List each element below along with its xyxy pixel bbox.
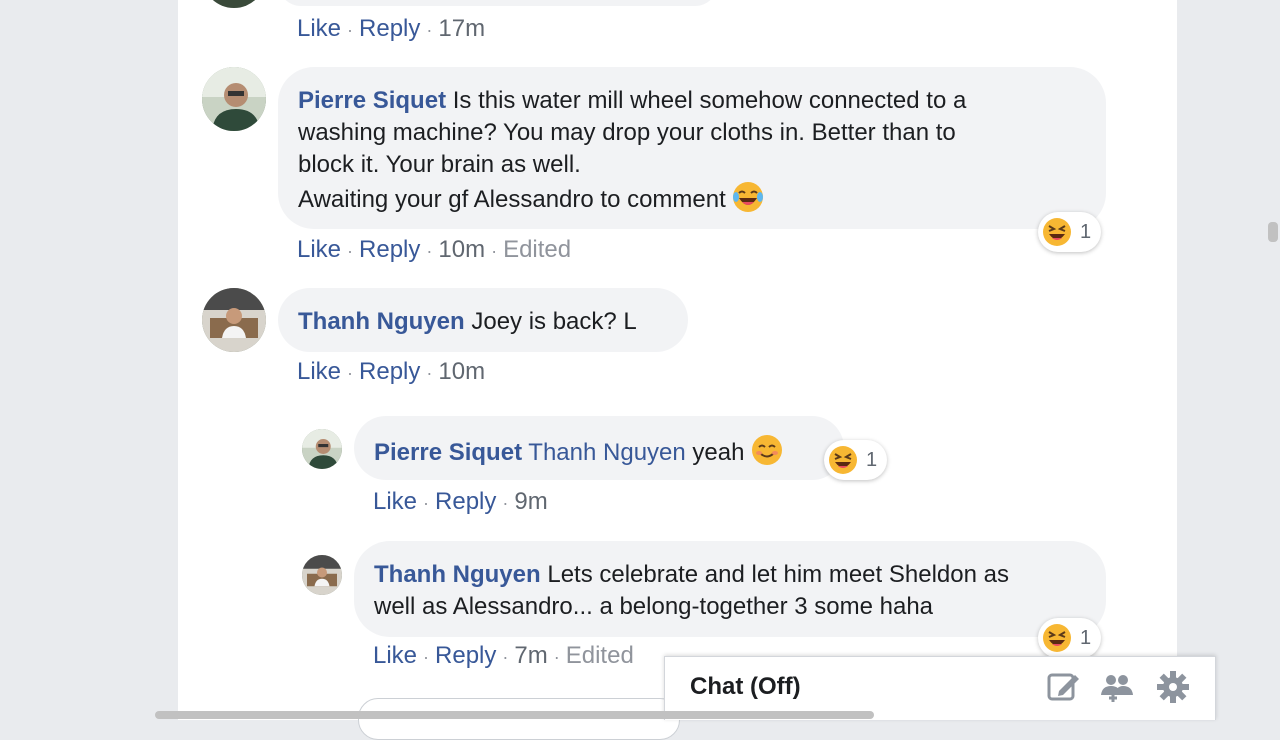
comment-bubble: Thanh Nguyen Joey is back? L: [278, 288, 688, 352]
reply-link[interactable]: Reply: [359, 236, 420, 263]
vertical-scrollbar[interactable]: [1268, 222, 1278, 242]
like-link[interactable]: Like: [297, 358, 341, 385]
comment-author[interactable]: Thanh Nguyen: [298, 308, 465, 335]
avatar-pierre-siquet[interactable]: [202, 67, 266, 131]
avatar-thanh-nguyen[interactable]: [202, 288, 266, 352]
comment-text: washing machine? You may drop your cloth…: [298, 119, 956, 146]
reply-text: Lets celebrate and let him meet Sheldon …: [547, 561, 1009, 588]
comment-author[interactable]: Pierre Siquet: [298, 87, 446, 114]
like-link[interactable]: Like: [373, 488, 417, 515]
comment-text: Joey is back? L: [471, 308, 637, 335]
like-link[interactable]: Like: [297, 236, 341, 263]
reply-actions: Like · Reply · 9m: [373, 488, 548, 515]
reaction-count: 1: [1080, 626, 1092, 649]
reaction-badge[interactable]: 1: [1038, 212, 1102, 252]
reaction-count: 1: [866, 448, 878, 471]
reply-bubble: Pierre Siquet Thanh Nguyen yeah: [354, 416, 844, 480]
comment-bubble-partial: [278, 0, 718, 6]
reply-link[interactable]: Reply: [359, 15, 420, 42]
reply-link[interactable]: Reply: [435, 488, 496, 515]
like-link[interactable]: Like: [373, 642, 417, 669]
create-group-icon[interactable]: [1099, 669, 1135, 705]
smiling-emoji: [751, 434, 783, 466]
comment-text: block it. Your brain as well.: [298, 151, 581, 178]
edited-label[interactable]: Edited: [503, 236, 571, 263]
reply-bubble: Thanh Nguyen Lets celebrate and let him …: [354, 541, 1106, 637]
reply-input[interactable]: [358, 698, 680, 740]
comment-actions: Like · Reply · 10m: [297, 358, 486, 385]
reply-link[interactable]: Reply: [359, 358, 420, 385]
reaction-count: 1: [1080, 220, 1092, 243]
reply-link[interactable]: Reply: [435, 642, 496, 669]
reply-text: well as Alessandro... a belong-together …: [374, 593, 934, 620]
comment-actions: Like · Reply · 10m · Edited: [297, 236, 572, 263]
comment-bubble: Pierre Siquet Is this water mill wheel s…: [278, 67, 1106, 229]
like-link[interactable]: Like: [297, 15, 341, 42]
chat-title[interactable]: Chat (Off): [690, 673, 801, 701]
settings-gear-icon[interactable]: [1155, 669, 1191, 705]
laughing-squint-emoji: [1043, 218, 1071, 246]
timestamp[interactable]: 10m: [438, 358, 485, 385]
laughing-squint-emoji: [1043, 624, 1071, 652]
comment-actions: Like · Reply · 17m: [297, 15, 486, 42]
horizontal-scrollbar[interactable]: [155, 711, 874, 719]
reaction-badge[interactable]: 1: [1038, 618, 1102, 658]
compose-icon[interactable]: [1045, 669, 1081, 705]
laughing-squint-emoji: [829, 446, 857, 474]
edited-label[interactable]: Edited: [566, 642, 634, 669]
reply-author[interactable]: Pierre Siquet: [374, 439, 522, 466]
mention-link[interactable]: Thanh Nguyen: [528, 439, 685, 466]
comment-text: Is this water mill wheel somehow connect…: [452, 87, 967, 114]
reaction-badge[interactable]: 1: [824, 440, 888, 480]
timestamp[interactable]: 9m: [514, 488, 547, 515]
comment-text: Awaiting your gf Alessandro to comment: [298, 186, 726, 213]
avatar-thanh-nguyen[interactable]: [302, 555, 342, 595]
reply-actions: Like · Reply · 7m · Edited: [373, 642, 634, 669]
avatar-pierre-siquet[interactable]: [302, 429, 342, 469]
timestamp[interactable]: 17m: [438, 15, 485, 42]
tears-of-joy-emoji: [732, 181, 764, 213]
reply-text: yeah: [692, 439, 745, 466]
timestamp[interactable]: 10m: [438, 236, 485, 263]
reply-author[interactable]: Thanh Nguyen: [374, 561, 541, 588]
timestamp[interactable]: 7m: [514, 642, 547, 669]
